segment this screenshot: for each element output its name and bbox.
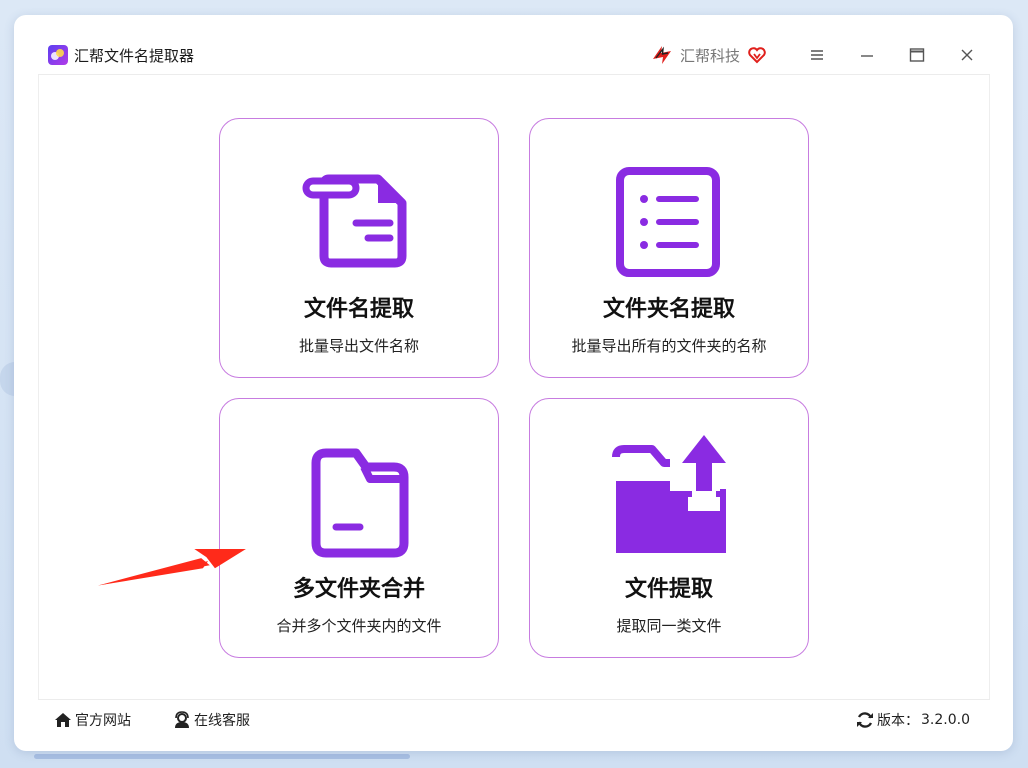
title-bar-actions: 汇帮科技 bbox=[650, 38, 992, 72]
card-title: 文件提取 bbox=[624, 577, 713, 602]
customer-service-icon bbox=[175, 711, 189, 728]
close-icon bbox=[961, 49, 973, 61]
minimize-icon bbox=[861, 55, 873, 57]
card-title: 多文件夹合并 bbox=[292, 577, 425, 602]
app-logo-icon bbox=[48, 45, 68, 65]
card-title: 文件名提取 bbox=[303, 297, 414, 322]
online-support-link[interactable]: 在线客服 bbox=[173, 710, 250, 730]
card-foldername-extract[interactable]: 文件夹名提取 批量导出所有的文件夹的名称 bbox=[529, 118, 809, 378]
card-description: 批量导出所有的文件夹的名称 bbox=[571, 337, 767, 355]
home-icon bbox=[55, 713, 71, 727]
card-description: 提取同一类文件 bbox=[616, 617, 722, 635]
feature-panel bbox=[38, 75, 990, 700]
card-filename-extract[interactable]: 文件名提取 批量导出文件名称 bbox=[219, 118, 499, 378]
brand-name: 汇帮科技 bbox=[679, 46, 740, 65]
version-info: 版本： 3.2.0.0 bbox=[856, 710, 970, 730]
footer-bar: 官方网站 在线客服 版本： 3.2.0.0 bbox=[38, 700, 990, 740]
card-title: 文件夹名提取 bbox=[602, 297, 735, 322]
list-document-icon bbox=[616, 167, 720, 277]
version-value: 3.2.0.0 bbox=[921, 712, 970, 728]
official-website-label: 官方网站 bbox=[75, 713, 131, 729]
vip-heart-icon[interactable] bbox=[748, 46, 766, 64]
file-document-icon bbox=[302, 174, 407, 268]
maximize-icon bbox=[909, 48, 925, 62]
folder-icon bbox=[311, 448, 409, 558]
minimize-button[interactable] bbox=[842, 38, 892, 72]
card-merge-folders[interactable]: 多文件夹合并 合并多个文件夹内的文件 bbox=[219, 398, 499, 658]
close-button[interactable] bbox=[942, 38, 992, 72]
online-support-label: 在线客服 bbox=[194, 713, 250, 729]
folder-export-icon bbox=[612, 435, 726, 553]
official-website-link[interactable]: 官方网站 bbox=[54, 710, 131, 730]
maximize-button[interactable] bbox=[892, 38, 942, 72]
brand-logo-icon bbox=[652, 46, 671, 64]
card-description: 合并多个文件夹内的文件 bbox=[276, 617, 442, 635]
refresh-icon bbox=[857, 712, 874, 728]
hamburger-menu-icon bbox=[811, 50, 823, 60]
app-title: 汇帮文件名提取器 bbox=[74, 46, 195, 65]
version-label: 版本： bbox=[877, 713, 920, 729]
card-description: 批量导出文件名称 bbox=[298, 337, 419, 355]
card-file-extract[interactable]: 文件提取 提取同一类文件 bbox=[529, 398, 809, 658]
desktop-taskbar-strip bbox=[34, 754, 410, 759]
title-bar: 汇帮文件名提取器 汇帮科技 bbox=[48, 38, 992, 72]
menu-button[interactable] bbox=[792, 38, 842, 72]
